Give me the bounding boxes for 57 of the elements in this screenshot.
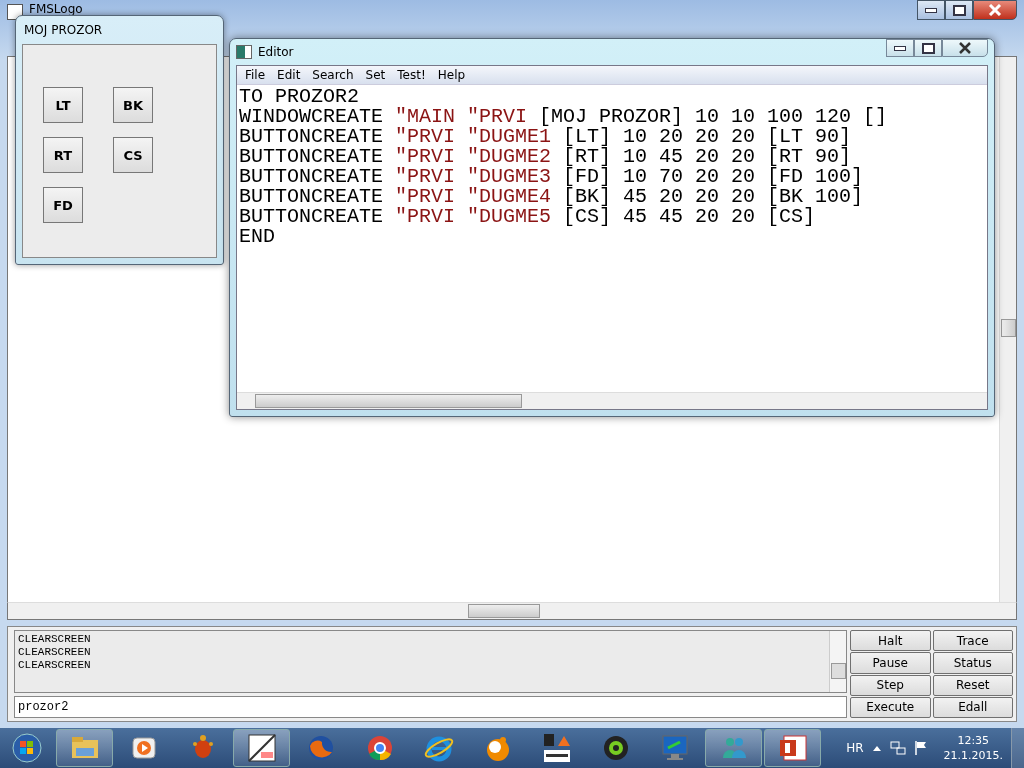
window-title: Editor	[258, 45, 294, 59]
output-line: CLEARSCREEN	[18, 646, 92, 659]
code-line: BUTTONCREATE "PRVI "DUGME4 [BK] 45 20 20 20 [BK 100]	[239, 187, 865, 207]
flag-icon[interactable]	[913, 740, 928, 756]
command-button[interactable]: Step	[850, 674, 931, 696]
command-button[interactable]: Reset	[932, 674, 1013, 696]
menu-item[interactable]: Help	[431, 66, 472, 84]
close-button[interactable]	[942, 39, 988, 57]
command-button[interactable]: Trace	[932, 630, 1013, 652]
minimize-button[interactable]	[886, 39, 914, 57]
windows-logo-icon	[12, 733, 42, 763]
maximize-button[interactable]	[945, 0, 973, 20]
clock-date: 21.1.2015.	[943, 748, 1003, 763]
window-title: FMSLogo	[29, 3, 83, 16]
code-line: BUTTONCREATE "PRVI "DUGME2 [RT] 10 45 20 20 [RT 90]	[239, 147, 852, 167]
minimize-button[interactable]	[917, 0, 945, 20]
maximize-button[interactable]	[914, 39, 942, 57]
code-line: END	[239, 227, 276, 247]
app-icon	[7, 4, 23, 20]
logo-button[interactable]: LT	[43, 87, 83, 123]
logo-button[interactable]: CS	[113, 137, 153, 173]
horizontal-scrollbar[interactable]	[7, 602, 1017, 620]
language-indicator[interactable]: HR	[846, 741, 864, 755]
logo-button[interactable]: FD	[43, 187, 83, 223]
menu-item[interactable]: Search	[306, 66, 360, 84]
caret-icon[interactable]	[871, 744, 882, 752]
code-line: BUTTONCREATE "PRVI "DUGME5 [CS] 45 45 20 20 [CS]	[239, 207, 816, 227]
command-button[interactable]: Edall	[932, 696, 1013, 718]
window-icon	[236, 45, 252, 59]
code-line: WINDOWCREATE "MAIN "PRVI [MOJ PROZOR] 10 10 100 120 []	[239, 107, 889, 127]
command-button[interactable]: Pause	[850, 652, 931, 674]
logo-button[interactable]: RT	[43, 137, 83, 173]
vertical-scrollbar[interactable]	[829, 631, 846, 692]
command-button[interactable]: Status	[932, 652, 1013, 674]
taskbar-button[interactable]	[764, 729, 821, 767]
horizontal-scrollbar[interactable]	[237, 392, 987, 409]
window-title: MOJ PROZOR	[23, 22, 104, 39]
command-field[interactable]: prozor2	[14, 696, 847, 718]
vertical-scrollbar[interactable]	[999, 57, 1016, 602]
logo-button[interactable]: BK	[113, 87, 153, 123]
menu-item[interactable]: Set	[359, 66, 392, 84]
menu-item[interactable]: Test!	[391, 66, 432, 84]
clock-time: 12:35	[957, 733, 990, 748]
network-icon[interactable]	[889, 740, 906, 756]
close-icon	[958, 42, 972, 54]
output-line: CLEARSCREEN	[18, 659, 92, 672]
close-icon	[988, 4, 1002, 16]
code-line: BUTTONCREATE "PRVI "DUGME1 [LT] 10 20 20 20 [LT 90]	[239, 127, 853, 147]
menu-item[interactable]: File	[239, 66, 272, 84]
command-button[interactable]: Halt	[850, 630, 931, 652]
output-line: CLEARSCREEN	[18, 633, 92, 646]
command-button[interactable]: Execute	[850, 696, 931, 718]
menu-item[interactable]: Edit	[271, 66, 307, 84]
code-line: TO PROZOR2	[239, 87, 361, 107]
close-button[interactable]	[973, 0, 1017, 20]
taskbar-button[interactable]	[233, 729, 290, 767]
code-line: BUTTONCREATE "PRVI "DUGME3 [FD] 10 70 20 20 [FD 100]	[239, 167, 865, 187]
